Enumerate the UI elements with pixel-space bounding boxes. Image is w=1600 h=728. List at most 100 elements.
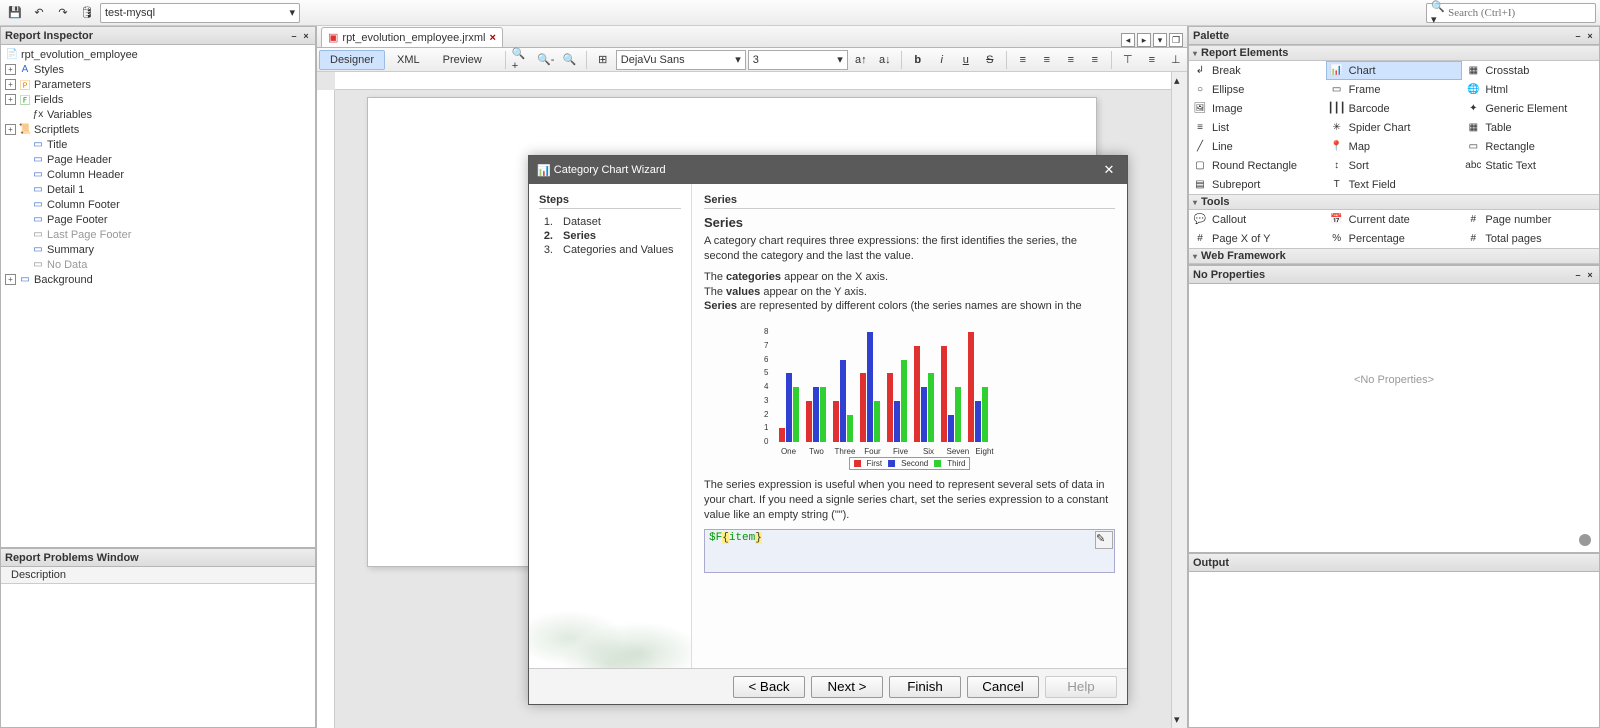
datasource-combo[interactable]: test-mysql ▾ [100,3,300,23]
cancel-button[interactable]: Cancel [967,676,1039,698]
close-tab-icon[interactable]: × [489,32,495,44]
toolbox-icon[interactable]: ⊞ [592,49,614,71]
palette-item[interactable]: ✦Generic Element [1462,99,1599,118]
palette-item[interactable]: ╱Line [1189,137,1326,156]
finish-button[interactable]: Finish [889,676,961,698]
tree-item[interactable]: +▭Background [1,272,315,287]
tree-item[interactable]: +📜Scriptlets [1,122,315,137]
align-left-icon[interactable]: ≡ [1012,49,1034,71]
palette-item[interactable]: ┃┃┃Barcode [1326,99,1463,118]
tree-item[interactable]: ▭Column Header [1,167,315,182]
save-all-icon[interactable]: 💾 [4,2,26,24]
tree-item[interactable]: ▭Page Header [1,152,315,167]
palette-item[interactable]: ▭Frame [1326,80,1463,99]
valign-bot-icon[interactable]: ⊥ [1165,49,1187,71]
search-input[interactable] [1448,7,1591,19]
tree-root[interactable]: 📄 rpt_evolution_employee [1,47,315,62]
tab-scroll-right-icon[interactable]: ▸ [1137,33,1151,47]
close-icon[interactable]: × [301,31,311,41]
underline-icon[interactable]: u [955,49,977,71]
palette-section-web[interactable]: Web Framework [1189,248,1599,264]
size-combo[interactable]: 3▾ [748,50,848,70]
help-button[interactable]: Help [1045,676,1117,698]
palette-item[interactable]: 📊Chart [1326,61,1463,80]
mode-xml[interactable]: XML [386,50,431,70]
zoom-in-icon[interactable]: 🔍+ [511,49,533,71]
palette-item[interactable]: ▤Subreport [1189,175,1326,194]
palette-item[interactable]: ↲Break [1189,61,1326,80]
file-tab[interactable]: ▣ rpt_evolution_employee.jrxml × [321,27,503,47]
palette-section-tools[interactable]: Tools [1189,194,1599,210]
expression-editor-icon[interactable]: ✎ [1095,531,1113,549]
tree-item[interactable]: ▭Page Footer [1,212,315,227]
palette-item[interactable]: #Page number [1462,210,1599,229]
font-inc-icon[interactable]: a↑ [850,49,872,71]
mode-designer[interactable]: Designer [319,50,385,70]
palette-item[interactable]: TText Field [1326,175,1463,194]
tree-item[interactable]: ▭Title [1,137,315,152]
palette-section-report[interactable]: Report Elements [1189,45,1599,61]
expand-icon[interactable]: + [5,124,16,135]
datasource-icon[interactable]: 🛢 [76,2,98,24]
redo-icon[interactable]: ↷ [52,2,74,24]
font-combo[interactable]: DejaVu Sans▾ [616,50,746,70]
align-center-icon[interactable]: ≡ [1036,49,1058,71]
tab-maximize-icon[interactable]: ❐ [1169,33,1183,47]
expression-text[interactable]: $F{item} [705,530,1094,546]
strike-icon[interactable]: S [979,49,1001,71]
tab-list-icon[interactable]: ▾ [1153,33,1167,47]
font-dec-icon[interactable]: a↓ [874,49,896,71]
tab-scroll-left-icon[interactable]: ◂ [1121,33,1135,47]
zoom-icon[interactable]: 🔍 [559,49,581,71]
expand-icon[interactable]: + [5,64,16,75]
minimize-icon[interactable]: – [289,31,299,41]
palette-item[interactable]: 🌐Html [1462,80,1599,99]
valign-top-icon[interactable]: ⊤ [1117,49,1139,71]
dialog-titlebar[interactable]: 📊 Category Chart Wizard ✕ [529,156,1127,184]
minimize-icon[interactable]: – [1573,270,1583,280]
minimize-icon[interactable]: – [1573,31,1583,41]
align-right-icon[interactable]: ≡ [1060,49,1082,71]
palette-item[interactable]: ▦Crosstab [1462,61,1599,80]
palette-item[interactable]: 📍Map [1326,137,1463,156]
palette-item[interactable]: 🖼Image [1189,99,1326,118]
tree-item[interactable]: ▭No Data [1,257,315,272]
palette-item[interactable]: #Page X of Y [1189,229,1326,248]
palette-item[interactable]: %Percentage [1326,229,1463,248]
back-button[interactable]: < Back [733,676,805,698]
tree-item[interactable]: ▭Column Footer [1,197,315,212]
align-justify-icon[interactable]: ≡ [1084,49,1106,71]
inspector-tree[interactable]: 📄 rpt_evolution_employee +AStyles+🄿Param… [1,45,315,547]
global-search[interactable]: 🔍▾ [1426,3,1596,23]
italic-icon[interactable]: i [931,49,953,71]
palette-item[interactable]: ✳Spider Chart [1326,118,1463,137]
tree-item[interactable]: +🄵Fields [1,92,315,107]
scrollbar-vertical[interactable]: ▴ ▾ [1171,72,1187,728]
tree-item[interactable]: +🄿Parameters [1,77,315,92]
palette-item[interactable]: ≡List [1189,118,1326,137]
tree-item[interactable]: ▭Summary [1,242,315,257]
tree-item[interactable]: +AStyles [1,62,315,77]
mode-preview[interactable]: Preview [432,50,493,70]
palette-item[interactable]: 📅Current date [1326,210,1463,229]
bold-icon[interactable]: b [907,49,929,71]
palette-item[interactable]: ▦Table [1462,118,1599,137]
close-icon[interactable]: × [1585,270,1595,280]
series-expression-field[interactable]: $F{item} ✎ [704,529,1115,573]
dialog-close-icon[interactable]: ✕ [1099,160,1119,180]
tree-item[interactable]: ▭Detail 1 [1,182,315,197]
palette-item[interactable]: ↕Sort [1326,156,1463,175]
palette-item[interactable]: abcStatic Text [1462,156,1599,175]
expand-icon[interactable]: + [5,79,16,90]
tree-item[interactable]: ▭Last Page Footer [1,227,315,242]
palette-item[interactable]: ▢Round Rectangle [1189,156,1326,175]
valign-mid-icon[interactable]: ≡ [1141,49,1163,71]
expand-icon[interactable]: + [5,94,16,105]
undo-icon[interactable]: ↶ [28,2,50,24]
zoom-out-icon[interactable]: 🔍- [535,49,557,71]
next-button[interactable]: Next > [811,676,883,698]
scroll-up-icon[interactable]: ▴ [1174,74,1180,87]
tree-item[interactable]: ƒxVariables [1,107,315,122]
palette-item[interactable]: ○Ellipse [1189,80,1326,99]
palette-item[interactable]: #Total pages [1462,229,1599,248]
